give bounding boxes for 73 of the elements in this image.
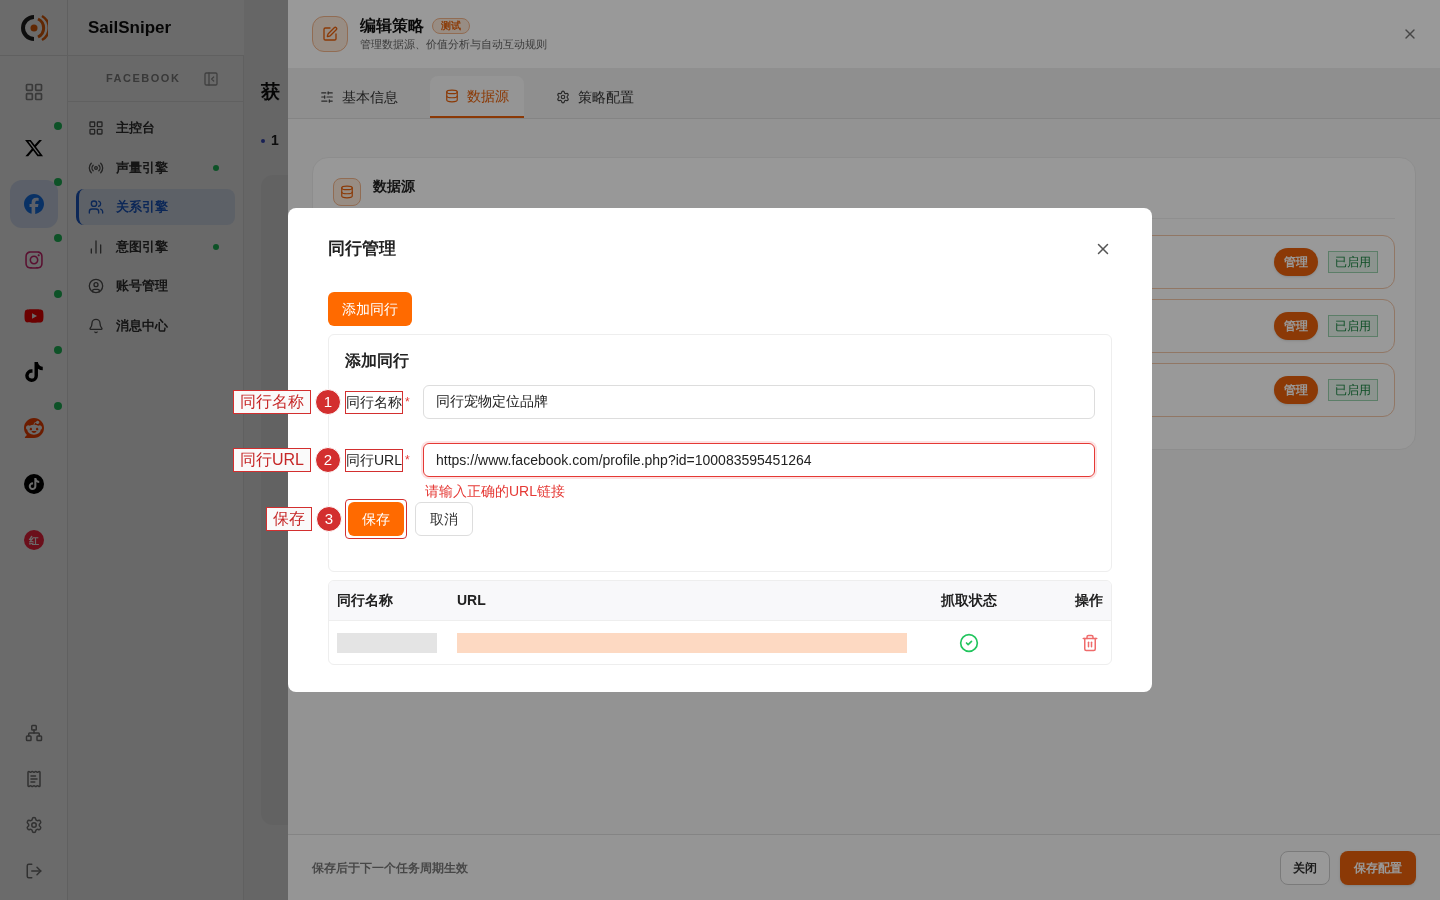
grid-icon [23, 82, 44, 102]
form-title: 添加同行 [345, 351, 410, 371]
add-peer-button[interactable]: 添加同行 [328, 292, 412, 326]
status-tag: 已启用 [1328, 315, 1378, 337]
xiaohongshu-logo-icon: 红 [23, 530, 44, 550]
bell-icon [88, 317, 104, 334]
column-header: URL [457, 591, 487, 610]
logout-icon[interactable] [24, 862, 43, 880]
tiktok-logo-icon [23, 362, 44, 382]
edit-icon [322, 26, 338, 42]
error-message: 请输入正确的URL链接 [425, 482, 565, 501]
drawer-subtitle: 管理数据源、价值分析与自动互动规则 [360, 36, 547, 52]
annotation-label: 同行名称 [233, 390, 311, 414]
reddit-logo-icon [23, 418, 44, 438]
cancel-button[interactable]: 取消 [415, 502, 473, 536]
manage-button[interactable]: 管理 [1274, 376, 1318, 404]
database-icon [445, 89, 459, 103]
user-circle-icon [88, 278, 104, 294]
youtube-logo-icon [23, 306, 44, 326]
tab[interactable]: 策略配置 [548, 76, 642, 118]
bar-chart-icon [88, 238, 104, 255]
annotation-label: 同行URL [233, 448, 311, 472]
settings-icon[interactable] [24, 816, 43, 834]
step-number: 1 [271, 131, 279, 150]
collapse-panel-icon[interactable] [203, 70, 219, 87]
delete-icon[interactable] [1081, 633, 1099, 652]
database-icon [340, 185, 354, 199]
page-title: 获 [261, 80, 280, 104]
nav-item[interactable]: 关系引擎 [76, 189, 235, 225]
annotation-number: 2 [315, 447, 341, 473]
manage-button[interactable]: 管理 [1274, 248, 1318, 276]
annotation-label: 保存 [266, 507, 312, 531]
receipt-icon[interactable] [24, 770, 43, 788]
tab[interactable]: 基本信息 [312, 76, 406, 118]
users-icon [88, 199, 104, 215]
platform-button[interactable]: 红 [9, 516, 58, 564]
x-logo-icon [23, 138, 44, 158]
instagram-logo-icon [23, 250, 44, 270]
nav-item[interactable]: 声量引擎 [76, 149, 235, 186]
app-name: SailSniper [88, 16, 172, 39]
close-button[interactable]: 关闭 [1280, 850, 1330, 885]
app-logo-icon [19, 12, 48, 43]
nav-item[interactable]: 账号管理 [76, 268, 235, 304]
manage-button[interactable]: 管理 [1274, 312, 1318, 340]
gear-icon [556, 90, 570, 104]
required-mark: * [405, 452, 410, 469]
dashboard-icon [88, 120, 104, 136]
status-tag: 已启用 [1328, 379, 1378, 401]
annotation-number: 1 [315, 389, 341, 415]
drawer-title: 编辑策略 [360, 15, 424, 36]
save-config-button[interactable]: 保存配置 [1340, 850, 1416, 885]
column-header: 同行名称 [337, 591, 394, 610]
test-tag: 测试 [432, 17, 470, 34]
nav-item[interactable]: 主控台 [76, 110, 235, 146]
required-mark: * [405, 394, 410, 411]
field-label: 同行URL [345, 448, 403, 472]
text-field[interactable]: 同行宠物定位品牌 [423, 385, 1095, 419]
status-tag: 已启用 [1328, 251, 1378, 273]
nav-item[interactable]: 意图引擎 [76, 228, 235, 265]
annotation-number: 3 [316, 506, 342, 532]
network-icon[interactable] [24, 724, 43, 742]
modal-title: 同行管理 [328, 238, 396, 261]
sliders-icon [320, 90, 334, 104]
tab[interactable]: 数据源 [430, 76, 524, 118]
facebook-logo-icon [23, 194, 44, 214]
nav-item[interactable]: 消息中心 [76, 307, 235, 344]
text-field[interactable]: https://www.facebook.com/profile.php?id=100083595451264 [423, 443, 1095, 477]
column-header: 操作 [1074, 591, 1103, 610]
card-title: 数据源 [373, 176, 415, 196]
field-label: 同行名称 [345, 390, 403, 414]
footer-note: 保存后于下一个任务周期生效 [312, 859, 468, 877]
column-header: 抓取状态 [940, 591, 998, 610]
save-button[interactable]: 保存 [348, 502, 404, 536]
